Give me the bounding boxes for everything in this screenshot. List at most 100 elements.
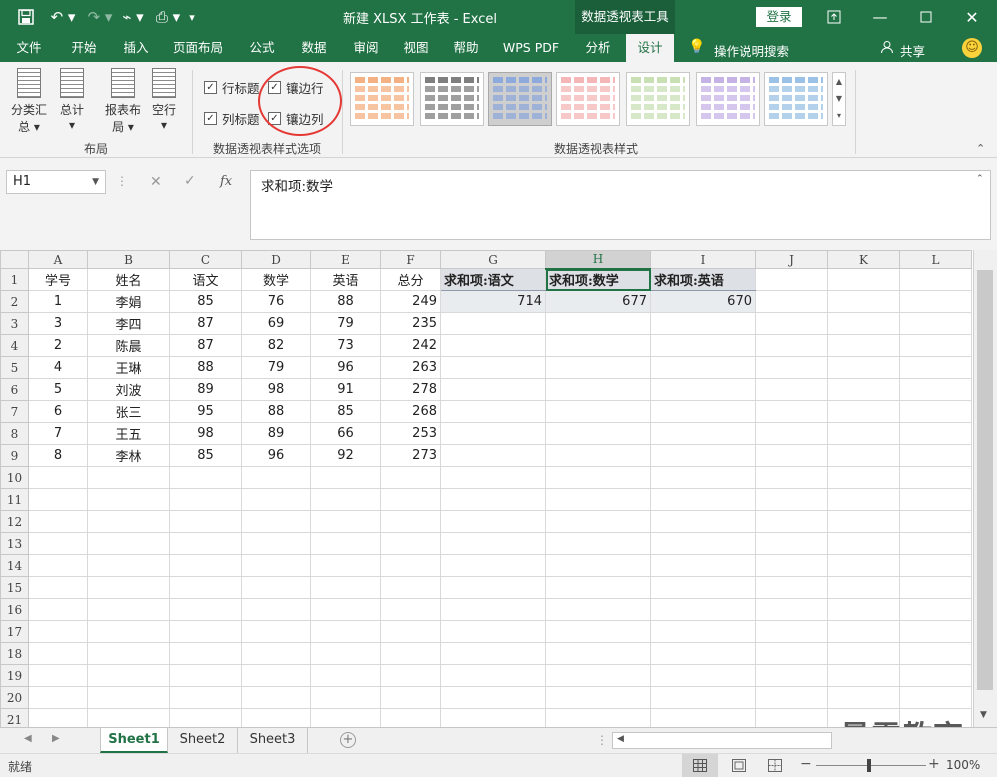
cell[interactable] [440,620,546,643]
undo-icon[interactable]: ↶ ▾ [46,6,80,28]
cell[interactable] [899,268,972,291]
cell[interactable] [755,576,828,599]
cell[interactable]: 235 [380,312,441,335]
column-header-j[interactable]: J [755,250,828,269]
cell[interactable] [310,576,381,599]
grand-totals-button[interactable]: 总计 ▾ [56,68,88,132]
cell[interactable] [241,466,311,489]
cell[interactable] [380,532,441,555]
cell[interactable]: 95 [169,400,242,423]
cell[interactable] [755,334,828,357]
row-header[interactable]: 3 [0,312,29,335]
cell[interactable] [755,400,828,423]
scroll-thumb[interactable] [977,270,993,690]
cell[interactable] [650,532,756,555]
smiley-feedback-icon[interactable]: ☺ [962,38,982,58]
tab-home[interactable]: 开始 [60,34,108,62]
cell[interactable] [87,466,170,489]
cell[interactable]: 268 [380,400,441,423]
column-header-a[interactable]: A [28,250,88,269]
normal-view-button[interactable] [682,754,718,777]
cell[interactable] [755,466,828,489]
cell[interactable] [440,598,546,621]
cell[interactable] [28,620,88,643]
cell[interactable]: 姓名 [87,268,170,291]
pivot-style-swatch[interactable] [350,72,414,126]
cell[interactable] [899,378,972,401]
tell-me-search[interactable]: 操作说明搜索 [714,41,789,60]
zoom-out-icon[interactable]: − [800,756,812,772]
cell[interactable] [169,620,242,643]
tab-split-icon[interactable]: ⋮ [596,733,608,747]
cell[interactable]: 李娟 [87,290,170,313]
scroll-down-icon[interactable]: ▼ [980,710,987,720]
format-painter-icon[interactable]: ⌁ ▾ [118,6,148,28]
cell[interactable]: 82 [241,334,311,357]
cell[interactable] [899,510,972,533]
cell[interactable]: 79 [241,356,311,379]
cell[interactable] [241,664,311,687]
cell[interactable] [899,466,972,489]
cell[interactable] [827,664,900,687]
row-header[interactable]: 16 [0,598,29,621]
cell[interactable] [650,576,756,599]
cell[interactable] [650,400,756,423]
cell[interactable] [380,664,441,687]
column-header-i[interactable]: I [650,250,756,269]
cell[interactable]: 3 [28,312,88,335]
prev-sheet-icon[interactable]: ◀ [24,733,32,744]
cell[interactable] [169,488,242,511]
row-header[interactable]: 7 [0,400,29,423]
cell[interactable] [755,532,828,555]
cell[interactable]: 273 [380,444,441,467]
row-header[interactable]: 12 [0,510,29,533]
cell[interactable] [650,334,756,357]
cell[interactable] [545,312,651,335]
cell[interactable] [28,598,88,621]
cell[interactable]: 张三 [87,400,170,423]
row-header[interactable]: 6 [0,378,29,401]
cell[interactable]: 数学 [241,268,311,291]
cell[interactable] [650,510,756,533]
cell[interactable]: 总分 [380,268,441,291]
cell[interactable]: 76 [241,290,311,313]
cell[interactable] [545,466,651,489]
cell[interactable]: 5 [28,378,88,401]
cell[interactable]: 263 [380,356,441,379]
column-header-c[interactable]: C [169,250,242,269]
scroll-left-icon[interactable]: ◀ [617,734,624,744]
tab-data[interactable]: 数据 [292,34,336,62]
add-sheet-icon[interactable]: + [340,732,356,748]
cell[interactable] [650,620,756,643]
cell[interactable] [827,312,900,335]
cell[interactable] [28,554,88,577]
cell[interactable]: 98 [241,378,311,401]
row-header[interactable]: 9 [0,444,29,467]
cell[interactable] [169,532,242,555]
page-break-view-icon[interactable] [768,759,782,775]
cell[interactable] [755,422,828,445]
cell[interactable] [827,400,900,423]
cell[interactable] [380,686,441,709]
cell[interactable]: 4 [28,356,88,379]
cell[interactable] [827,290,900,313]
horizontal-scrollbar[interactable]: ◀ [612,732,832,749]
cell[interactable] [755,686,828,709]
pivot-value-cell[interactable]: 670 [650,290,756,313]
name-box[interactable]: H1 ▼ [6,170,106,194]
cell[interactable] [87,510,170,533]
cell[interactable] [545,356,651,379]
row-header[interactable]: 19 [0,664,29,687]
zoom-slider-thumb[interactable] [867,759,871,772]
sheet-tab-2[interactable]: Sheet2 [168,728,238,753]
cell[interactable] [545,334,651,357]
cell[interactable] [827,444,900,467]
cell[interactable] [169,576,242,599]
cell-table[interactable]: ABCDEFGHIJKL 1 学号 姓名 语文 数学 英语 总分 求和项:语文 求和项:数学 求和… [0,250,972,775]
cell[interactable] [545,664,651,687]
cell[interactable] [899,290,972,313]
cell[interactable]: 85 [169,290,242,313]
cell[interactable]: 87 [169,312,242,335]
cell[interactable] [28,466,88,489]
cell[interactable]: 陈晨 [87,334,170,357]
